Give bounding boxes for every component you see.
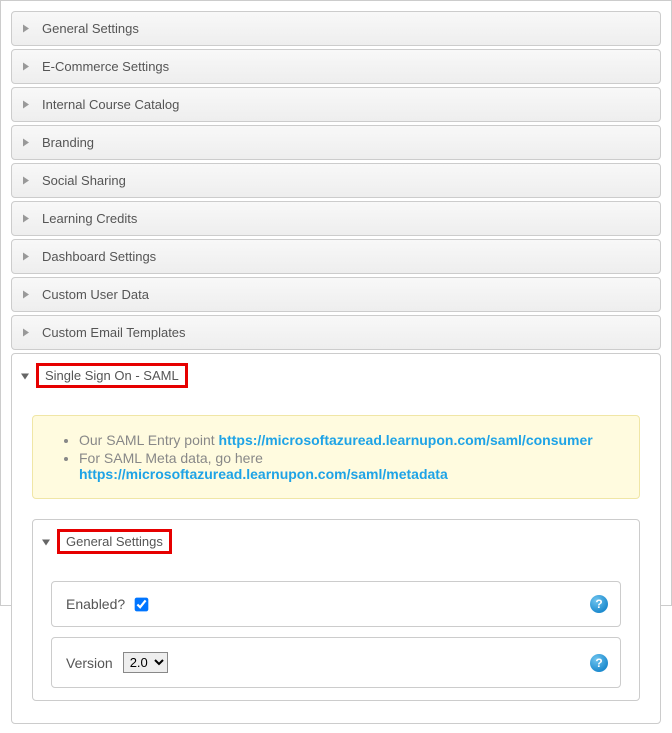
chevron-right-icon (22, 325, 30, 340)
accordion-label: Internal Course Catalog (42, 97, 179, 112)
accordion-item-sso-saml: Single Sign On - SAML Our SAML Entry poi… (11, 353, 661, 724)
version-select[interactable]: 2.0 (123, 652, 168, 673)
highlight-annotation: Single Sign On - SAML (36, 363, 188, 388)
accordion-label: Branding (42, 135, 94, 150)
accordion-item-ecommerce-settings[interactable]: E-Commerce Settings (11, 49, 661, 84)
accordion-item-internal-course-catalog[interactable]: Internal Course Catalog (11, 87, 661, 122)
field-label-version: Version (66, 655, 113, 671)
chevron-right-icon (22, 287, 30, 302)
chevron-right-icon (22, 211, 30, 226)
accordion-item-custom-email-templates[interactable]: Custom Email Templates (11, 315, 661, 350)
saml-consumer-link[interactable]: https://microsoftazuread.learnupon.com/s… (219, 432, 593, 448)
note-line-metadata: For SAML Meta data, go here https://micr… (79, 450, 623, 482)
accordion-item-branding[interactable]: Branding (11, 125, 661, 160)
accordion-label: Single Sign On - SAML (45, 368, 179, 383)
sso-saml-body: Our SAML Entry point https://microsoftaz… (12, 397, 660, 723)
accordion-label: Custom User Data (42, 287, 149, 302)
accordion-label: Custom Email Templates (42, 325, 186, 340)
chevron-right-icon (22, 135, 30, 150)
note-text: Our SAML Entry point (79, 432, 219, 448)
chevron-right-icon (22, 173, 30, 188)
accordion-item-general-settings[interactable]: General Settings (11, 11, 661, 46)
accordion-item-dashboard-settings[interactable]: Dashboard Settings (11, 239, 661, 274)
chevron-right-icon (22, 59, 30, 74)
saml-metadata-link[interactable]: https://microsoftazuread.learnupon.com/s… (79, 466, 448, 482)
accordion-item-custom-user-data[interactable]: Custom User Data (11, 277, 661, 312)
help-icon[interactable]: ? (590, 654, 608, 672)
accordion-label: General Settings (42, 21, 139, 36)
inner-body: Enabled? ? Version 2.0 ? (33, 563, 639, 700)
inner-accordion: General Settings Enabled? ? Version (32, 519, 640, 701)
chevron-right-icon (22, 249, 30, 264)
settings-accordion: General Settings E-Commerce Settings Int… (5, 5, 667, 733)
accordion-header-sso-saml[interactable]: Single Sign On - SAML (12, 354, 660, 397)
chevron-down-icon (20, 368, 30, 383)
note-line-entry-point: Our SAML Entry point https://microsoftaz… (79, 432, 623, 448)
inner-accordion-general-settings: General Settings Enabled? ? Version (32, 519, 640, 701)
chevron-right-icon (22, 97, 30, 112)
accordion-item-social-sharing[interactable]: Social Sharing (11, 163, 661, 198)
note-text: For SAML Meta data, go here (79, 450, 263, 466)
accordion-label: Learning Credits (42, 211, 137, 226)
accordion-label: Dashboard Settings (42, 249, 156, 264)
highlight-annotation: General Settings (57, 529, 172, 554)
accordion-label: E-Commerce Settings (42, 59, 169, 74)
help-icon[interactable]: ? (590, 595, 608, 613)
inner-accordion-header[interactable]: General Settings (33, 520, 639, 563)
chevron-right-icon (22, 21, 30, 36)
accordion-item-learning-credits[interactable]: Learning Credits (11, 201, 661, 236)
enabled-checkbox[interactable] (135, 597, 149, 611)
saml-info-note: Our SAML Entry point https://microsoftaz… (32, 415, 640, 499)
field-label-enabled: Enabled? (66, 596, 125, 612)
chevron-down-icon (41, 534, 51, 549)
field-row-version: Version 2.0 ? (51, 637, 621, 688)
inner-accordion-label: General Settings (66, 534, 163, 549)
accordion-label: Social Sharing (42, 173, 126, 188)
field-row-enabled: Enabled? ? (51, 581, 621, 627)
